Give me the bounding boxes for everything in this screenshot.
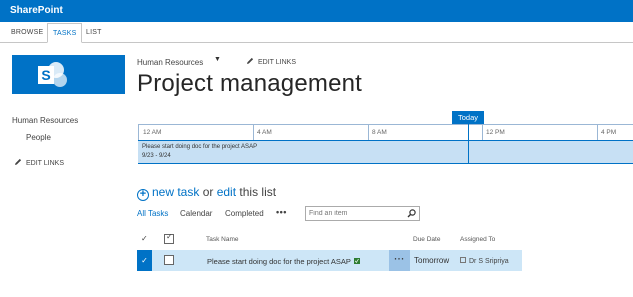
search-icon[interactable] xyxy=(407,209,416,218)
page-title: Project management xyxy=(137,70,363,97)
timeline-tick-label: 4 AM xyxy=(257,129,272,136)
timeline-task-title: Please start doing doc for the project A… xyxy=(142,144,258,150)
pencil-icon xyxy=(247,57,254,64)
sidebar-item-people[interactable]: People xyxy=(26,133,51,142)
tab-browse[interactable]: BROWSE xyxy=(6,26,48,39)
edit-links-top[interactable]: EDIT LINKS xyxy=(246,57,296,66)
search-box xyxy=(305,206,420,221)
timeline-tick xyxy=(138,124,139,140)
new-task-or: or xyxy=(199,185,217,199)
new-item-icon xyxy=(353,258,360,264)
timeline-tick xyxy=(368,124,369,140)
timeline-task-dates: 9/23 - 9/24 xyxy=(142,153,171,159)
sharepoint-logo-icon: S xyxy=(38,62,67,87)
search-input[interactable] xyxy=(306,207,402,220)
due-date-cell: Tomorrow xyxy=(414,256,450,265)
add-icon[interactable]: + xyxy=(137,189,149,201)
assigned-to-cell: Dr S Sripriya xyxy=(460,257,509,265)
timeline-today-line xyxy=(468,124,469,164)
timeline-tick-label: 8 AM xyxy=(372,129,387,136)
timeline-axis xyxy=(138,124,633,125)
header-completed-checkbox[interactable] xyxy=(164,232,174,244)
new-task-suffix: this list xyxy=(236,185,277,199)
new-task-bar: + new task or edit this list xyxy=(137,185,276,201)
timeline-tick xyxy=(597,124,598,140)
column-header-task-name[interactable]: Task Name xyxy=(206,236,239,243)
sidebar-item-human-resources[interactable]: Human Resources xyxy=(12,116,78,125)
caret-down-icon[interactable]: ▼ xyxy=(214,56,221,63)
timeline-tick xyxy=(253,124,254,140)
ribbon: BROWSE TASKS LIST xyxy=(0,22,633,43)
column-header-assigned-to[interactable]: Assigned To xyxy=(460,236,495,243)
edit-links-sidebar-label: EDIT LINKS xyxy=(26,160,64,167)
row-completed-checkbox[interactable] xyxy=(164,255,174,265)
task-name-cell[interactable]: Please start doing doc for the project A… xyxy=(207,257,360,266)
timeline-today-marker: Today xyxy=(452,111,484,124)
edit-list-link[interactable]: edit xyxy=(217,185,236,199)
row-more-options-button[interactable]: ··· xyxy=(389,250,410,271)
tab-tasks[interactable]: TASKS xyxy=(47,23,83,43)
timeline-tick xyxy=(482,124,483,140)
breadcrumb[interactable]: Human Resources xyxy=(137,58,203,67)
presence-icon xyxy=(460,257,466,263)
task-name-link[interactable]: Please start doing doc for the project A… xyxy=(207,257,351,266)
timeline-task-bar[interactable]: Please start doing doc for the project A… xyxy=(138,140,633,164)
view-all-tasks[interactable]: All Tasks xyxy=(137,209,168,218)
more-views-button[interactable]: ••• xyxy=(276,207,287,217)
header-check-icon: ✓ xyxy=(141,234,148,243)
timeline-tick-label: 12 PM xyxy=(486,129,505,136)
timeline-tick-label: 12 AM xyxy=(143,129,162,136)
row-select-check-icon[interactable]: ✓ xyxy=(137,250,152,271)
column-header-due-date[interactable]: Due Date xyxy=(413,236,440,243)
view-calendar[interactable]: Calendar xyxy=(180,209,212,218)
sharepoint-brand[interactable]: SharePoint xyxy=(10,5,63,16)
tab-list[interactable]: LIST xyxy=(81,26,107,39)
pencil-icon xyxy=(15,158,22,165)
edit-links-top-label: EDIT LINKS xyxy=(258,59,296,66)
svg-text:S: S xyxy=(41,67,50,83)
site-logo[interactable]: S xyxy=(12,55,125,94)
edit-links-sidebar[interactable]: EDIT LINKS xyxy=(14,158,64,167)
new-task-link[interactable]: new task xyxy=(152,185,199,199)
timeline-tick-label: 4 PM xyxy=(601,129,617,136)
suite-bar: SharePoint xyxy=(0,0,633,22)
view-completed[interactable]: Completed xyxy=(225,209,264,218)
assigned-to-link[interactable]: Dr S Sripriya xyxy=(469,258,509,265)
